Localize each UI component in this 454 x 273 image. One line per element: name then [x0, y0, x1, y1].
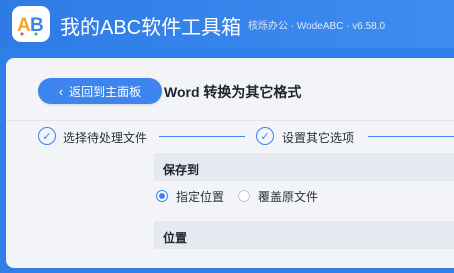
app-logo: A B	[12, 6, 50, 42]
chevron-left-icon: ‹	[58, 83, 64, 99]
options-form: 保存到 指定位置 覆盖原文件 位置	[154, 153, 454, 273]
radio-overwrite-original-label[interactable]: 覆盖原文件	[258, 188, 318, 205]
save-to-radio-group: 指定位置 覆盖原文件	[154, 184, 454, 210]
svg-text:A: A	[17, 15, 31, 36]
back-button-label: 返回到主面板	[69, 84, 142, 99]
page-header: ‹ 返回到主面板 Word 转换为其它格式	[6, 58, 454, 120]
main-panel: ‹ 返回到主面板 Word 转换为其它格式 ✓ 选择待处理文件 ✓ 设置其它选项…	[6, 58, 454, 268]
step-connector-trailing	[368, 136, 454, 137]
step-indicator: ✓ 选择待处理文件 ✓ 设置其它选项	[6, 121, 454, 151]
step-1-label: 选择待处理文件	[63, 131, 148, 145]
radio-specified-location-label[interactable]: 指定位置	[176, 188, 224, 205]
step-2-label: 设置其它选项	[282, 131, 355, 145]
back-to-main-button[interactable]: ‹ 返回到主面板	[38, 78, 162, 104]
app-logo-icon: A B	[17, 15, 44, 36]
save-to-heading: 保存到	[154, 153, 454, 181]
app-title: 我的ABC软件工具箱	[60, 17, 242, 39]
radio-specified-location[interactable]	[156, 190, 168, 202]
step-current-check-icon: ✓	[256, 127, 274, 145]
step-connector	[159, 136, 245, 137]
radio-overwrite-original[interactable]	[238, 190, 250, 202]
app-version-info: 核烁办公 · WodeABC · v6.58.0	[248, 21, 386, 32]
title-bar: A B 我的ABC软件工具箱 核烁办公 · WodeABC · v6.58.0	[0, 0, 454, 48]
page-title: Word 转换为其它格式	[164, 84, 302, 100]
location-heading: 位置	[154, 221, 454, 249]
step-done-check-icon: ✓	[38, 127, 56, 145]
